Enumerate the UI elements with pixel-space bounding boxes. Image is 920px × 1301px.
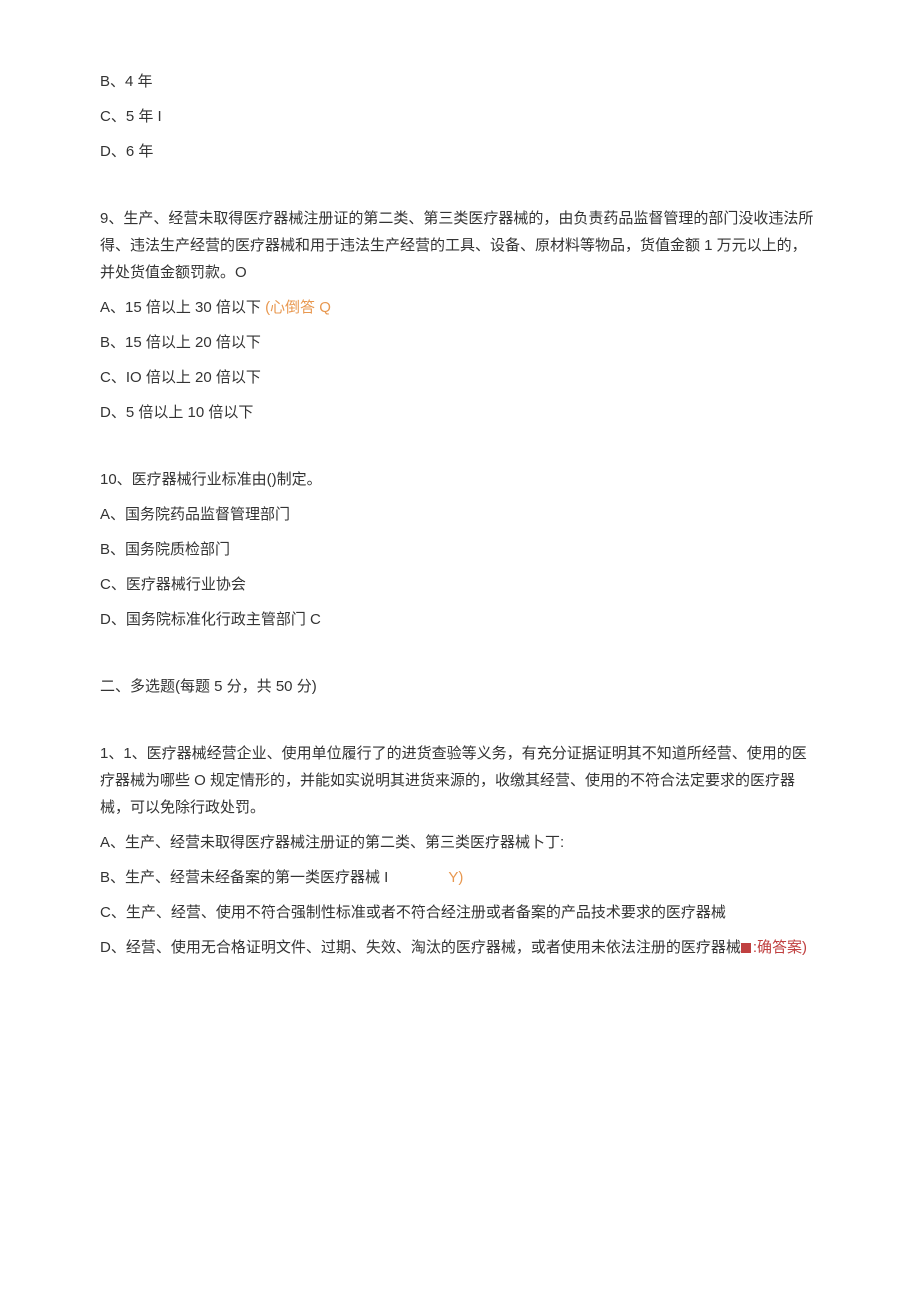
s2q1-option-b-text: B、生产、经营未经备案的第一类医疗器械 I <box>100 869 388 886</box>
s2q1-stem: 1、1、医疗器械经营企业、使用单位履行了的进货查验等义务，有充分证据证明其不知道… <box>100 740 820 821</box>
q9-stem: 9、生产、经营未取得医疗器械注册证的第二类、第三类医疗器械的，由负责药品监督管理… <box>100 205 820 286</box>
section2-header: 二、多选题(每题 5 分，共 50 分) <box>100 673 820 700</box>
q8-option-b: B、4 年 <box>100 68 820 95</box>
s2q1-option-d-text: D、经营、使用无合格证明文件、过期、失效、淘汰的医疗器械，或者使用未依法注册的医… <box>100 939 741 956</box>
s2q1-option-b: B、生产、经营未经备案的第一类医疗器械 I Y) <box>100 864 820 891</box>
q10-option-c: C、医疗器械行业协会 <box>100 571 820 598</box>
s2q1-option-b-annotation: Y) <box>448 869 463 886</box>
q9-option-a-annotation: (心倒答 Q <box>265 299 331 316</box>
s2q1-option-a: A、生产、经营未取得医疗器械注册证的第二类、第三类医疗器械卜丁: <box>100 829 820 856</box>
s2q1-option-d-annotation: :确答案) <box>753 939 807 956</box>
q8-option-c: C、5 年 I <box>100 103 820 130</box>
q9-option-c: C、IO 倍以上 20 倍以下 <box>100 364 820 391</box>
q10-option-b: B、国务院质检部门 <box>100 536 820 563</box>
q9-option-b: B、15 倍以上 20 倍以下 <box>100 329 820 356</box>
q10-stem: 10、医疗器械行业标准由()制定。 <box>100 466 820 493</box>
q9-option-a: A、15 倍以上 30 倍以下 (心倒答 Q <box>100 294 820 321</box>
q8-option-d: D、6 年 <box>100 138 820 165</box>
q10-option-d: D、国务院标准化行政主管部门 C <box>100 606 820 633</box>
s2q1-option-c: C、生产、经营、使用不符合强制性标准或者不符合经注册或者备案的产品技术要求的医疗… <box>100 899 820 926</box>
q10-option-a: A、国务院药品监督管理部门 <box>100 501 820 528</box>
red-box-icon <box>741 943 751 953</box>
q9-option-d: D、5 倍以上 10 倍以下 <box>100 399 820 426</box>
q9-option-a-text: A、15 倍以上 30 倍以下 <box>100 299 261 316</box>
s2q1-option-d: D、经营、使用无合格证明文件、过期、失效、淘汰的医疗器械，或者使用未依法注册的医… <box>100 934 820 961</box>
